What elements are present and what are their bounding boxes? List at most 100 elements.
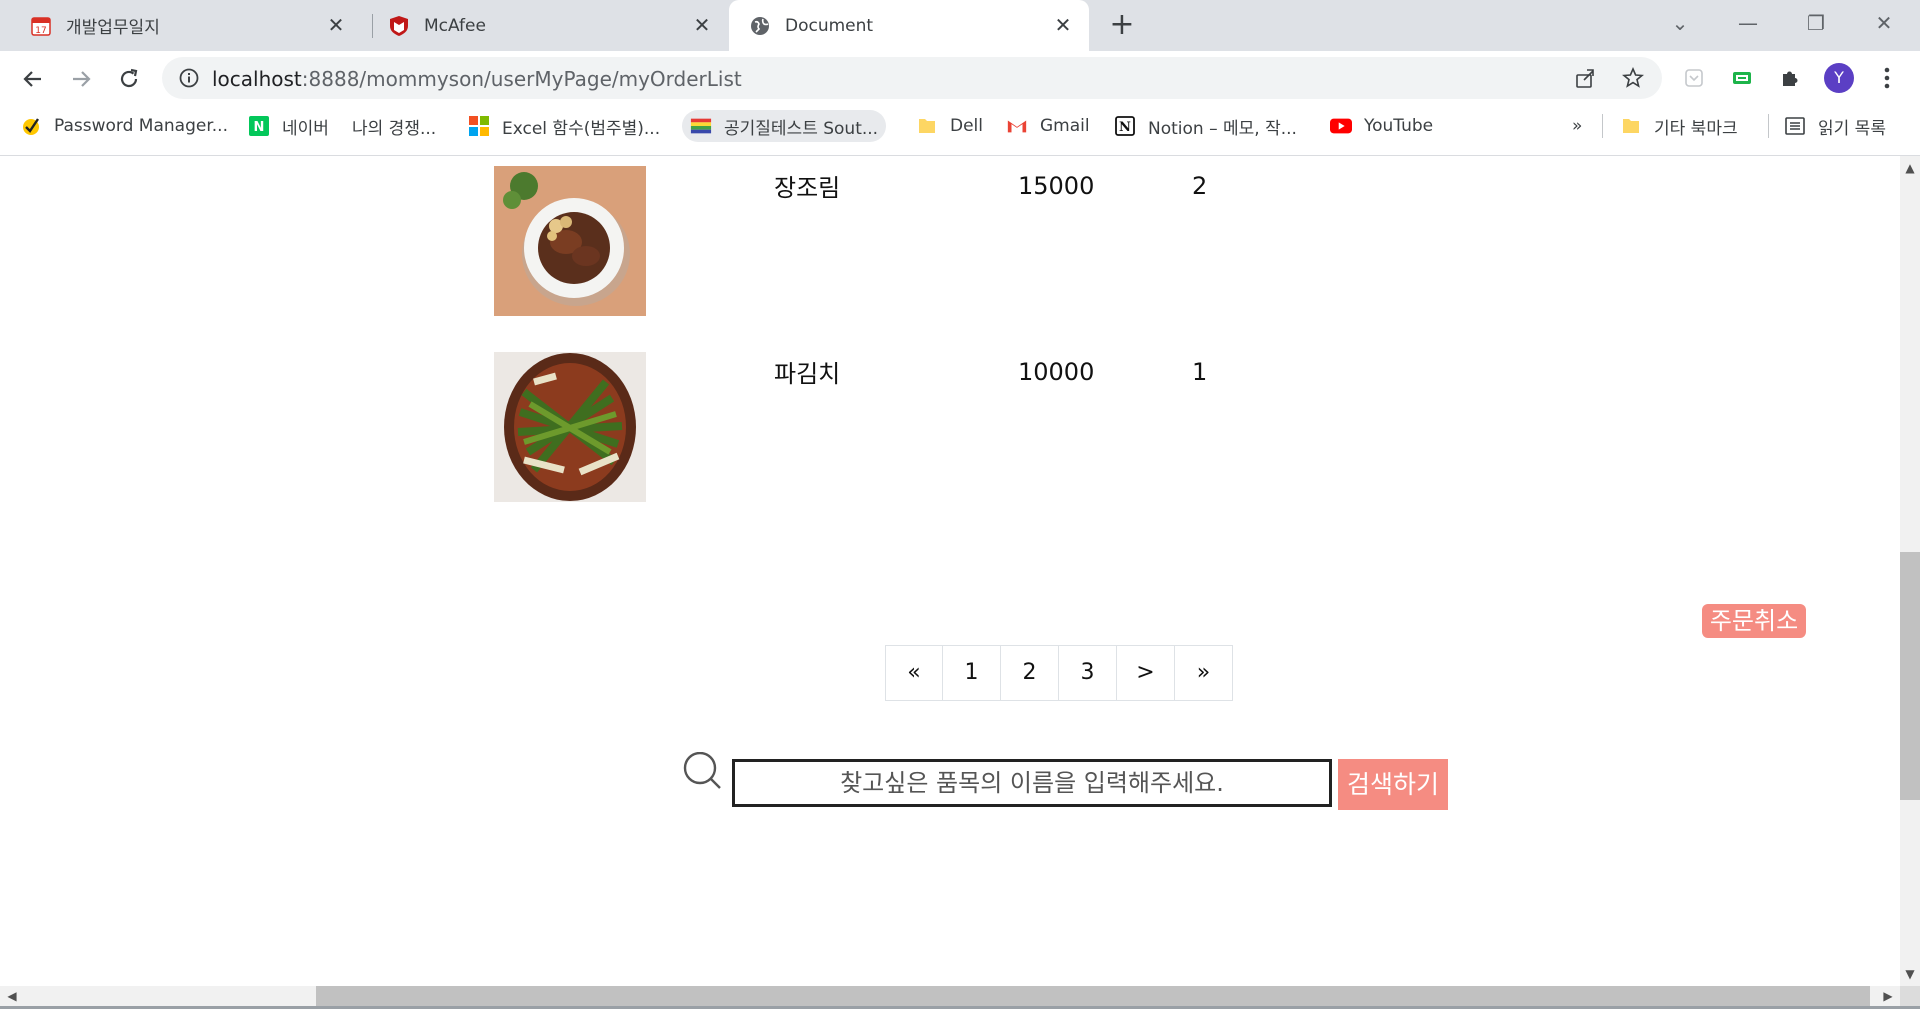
bookmark-label: 네이버 (282, 118, 329, 139)
new-tab-button[interactable]: + (1106, 10, 1138, 42)
bookmark-label: Notion – 메모, 작... (1148, 118, 1297, 139)
bookmark-notion[interactable]: N Notion – 메모, 작... (1114, 110, 1297, 142)
bookmark-label: Password Manager... (54, 116, 228, 136)
extension-pocket-icon[interactable] (1680, 64, 1708, 92)
bookmark-competition[interactable]: 나의 경쟁... (352, 110, 436, 142)
cancel-order-button[interactable]: 주문취소 (1702, 604, 1806, 638)
page-first-button[interactable]: « (886, 646, 942, 700)
extension-screen-icon[interactable] (1728, 64, 1756, 92)
bookmark-label: 공기질테스트 Sout... (724, 118, 879, 139)
url-path: :8888/mommyson/userMyPage/myOrderList (301, 67, 742, 91)
bookmarks-overflow-button[interactable]: » (1572, 110, 1582, 142)
scroll-right-arrow-icon[interactable]: ▶ (1878, 986, 1898, 1006)
reload-button[interactable] (112, 62, 146, 96)
notion-icon: N (1114, 115, 1136, 137)
bookmark-separator (1602, 114, 1603, 138)
extensions-puzzle-icon[interactable] (1776, 64, 1804, 92)
bookmark-label: Dell (950, 116, 983, 136)
scroll-left-arrow-icon[interactable]: ◀ (2, 986, 22, 1006)
reload-icon (120, 68, 138, 88)
search-icon (683, 752, 721, 789)
calendar-icon: 17 (30, 15, 52, 37)
back-button[interactable] (16, 62, 50, 96)
bookmark-label: 나의 경쟁... (352, 118, 437, 139)
order-item-price: 10000 (1018, 358, 1095, 386)
tab-work-log[interactable]: 17 개발업무일지 ✕ (0, 0, 362, 51)
forward-arrow-icon (73, 71, 91, 87)
order-item-quantity: 2 (1192, 172, 1208, 200)
back-arrow-icon (23, 71, 41, 87)
tab-search-icon[interactable]: ⌄ (1660, 8, 1700, 38)
norton-check-icon (20, 115, 42, 137)
url-host: localhost (212, 67, 302, 91)
bookmark-air-quality[interactable]: 공기질테스트 Sout... (682, 110, 887, 142)
bookmark-gmail[interactable]: Gmail (1006, 110, 1090, 142)
page-1-button[interactable]: 1 (942, 646, 1000, 700)
forward-button[interactable] (64, 62, 98, 96)
order-item-name: 파김치 (774, 360, 841, 388)
bookmark-excel[interactable]: Excel 함수(범주별)... (468, 110, 660, 142)
minimize-icon[interactable]: — (1728, 8, 1768, 38)
svg-text:17: 17 (35, 26, 46, 36)
tab-title: Document (785, 15, 874, 36)
page-2-button[interactable]: 2 (1000, 646, 1058, 700)
vertical-scroll-thumb[interactable] (1900, 552, 1920, 800)
other-bookmarks-folder[interactable]: 기타 북마크 (1620, 110, 1738, 142)
profile-avatar[interactable]: Y (1824, 63, 1854, 93)
search-button[interactable]: 검색하기 (1338, 759, 1448, 810)
scroll-down-arrow-icon[interactable]: ▼ (1900, 964, 1920, 984)
tab-document[interactable]: Document ✕ (729, 0, 1089, 51)
bookmark-star-icon[interactable] (1622, 67, 1644, 89)
tab-mcafee[interactable]: McAfee ✕ (362, 0, 728, 51)
bookmark-naver[interactable]: N 네이버 (248, 110, 329, 142)
youtube-icon (1330, 115, 1352, 137)
share-icon[interactable] (1574, 67, 1596, 89)
folder-icon (1620, 115, 1642, 137)
page-last-button[interactable]: » (1174, 646, 1232, 700)
search-input[interactable] (732, 759, 1332, 807)
url-text[interactable]: localhost:8888/mommyson/userMyPage/myOrd… (212, 67, 742, 91)
jangjorim-photo (494, 166, 646, 316)
mcafee-shield-icon (388, 15, 410, 37)
svg-text:N: N (254, 120, 265, 135)
address-bar[interactable]: localhost:8888/mommyson/userMyPage/myOrd… (162, 57, 1662, 99)
bookmark-label: Gmail (1040, 116, 1090, 136)
restore-icon[interactable]: ❐ (1796, 8, 1836, 38)
bookmark-label: YouTube (1364, 116, 1434, 136)
bookmark-separator (1768, 114, 1769, 138)
tab-title: 개발업무일지 (66, 18, 160, 38)
more-menu-icon[interactable] (1876, 62, 1898, 94)
folder-icon (916, 115, 938, 137)
horizontal-scroll-thumb[interactable] (316, 986, 1870, 1006)
page-3-button[interactable]: 3 (1058, 646, 1116, 700)
order-item-name: 장조림 (774, 174, 841, 202)
scrollbar-corner (1900, 986, 1920, 1006)
close-tab-icon[interactable]: ✕ (690, 13, 714, 37)
window-close-icon[interactable]: ✕ (1864, 8, 1904, 38)
bookmark-password-manager[interactable]: Password Manager... (20, 110, 228, 142)
close-tab-icon[interactable]: ✕ (1051, 13, 1075, 37)
close-tab-icon[interactable]: ✕ (324, 13, 348, 37)
microsoft-icon (468, 115, 490, 137)
scroll-up-arrow-icon[interactable]: ▲ (1900, 158, 1920, 178)
reading-list-icon (1784, 115, 1806, 137)
order-item-quantity: 1 (1192, 358, 1208, 386)
bookmark-label: Excel 함수(범주별)... (502, 118, 661, 139)
bookmark-youtube[interactable]: YouTube (1330, 110, 1433, 142)
gmail-icon (1006, 115, 1028, 137)
bookmark-dell[interactable]: Dell (916, 110, 983, 142)
other-bookmarks-label: 기타 북마크 (1654, 118, 1738, 139)
rainbow-icon (690, 115, 712, 137)
tab-title: McAfee (424, 15, 486, 36)
reading-list-button[interactable]: 읽기 목록 (1784, 110, 1886, 142)
pakimchi-photo (494, 352, 646, 502)
site-info-icon[interactable] (178, 67, 200, 89)
reading-list-label: 읽기 목록 (1818, 118, 1886, 139)
order-item-price: 15000 (1018, 172, 1095, 200)
pagination: « 1 2 3 > » (885, 645, 1233, 701)
globe-icon (749, 15, 771, 37)
page-viewport: 장조림 15000 2 파김치 10000 1 주문취소 « 1 2 3 > »… (0, 156, 1900, 986)
page-next-button[interactable]: > (1116, 646, 1174, 700)
naver-icon: N (248, 115, 270, 137)
svg-text:N: N (1119, 120, 1131, 135)
